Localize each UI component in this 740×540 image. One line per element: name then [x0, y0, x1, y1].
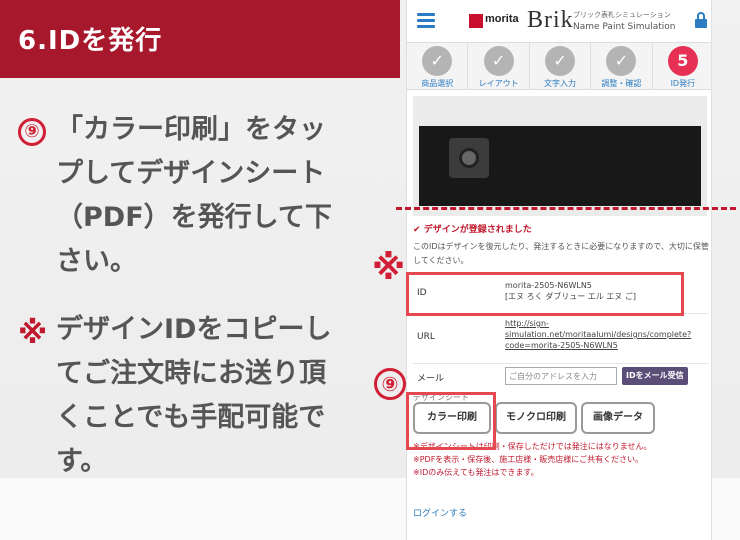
url-line[interactable]: http://sign- [505, 318, 691, 329]
note-line: ※PDFを表示・保存後、施工店様・販売店様にご共有ください。 [413, 455, 644, 464]
url-line[interactable]: simulation.net/moritaalumi/designs/compl… [505, 329, 691, 340]
step-item-active[interactable]: 5 ID発行 [653, 43, 711, 89]
lock-icon[interactable] [695, 12, 707, 28]
menu-icon[interactable] [417, 13, 435, 29]
cut-line-divider [396, 207, 736, 210]
mono-print-button[interactable]: モノクロ印刷 [495, 402, 577, 434]
step-item[interactable]: ✓ 商品選択 [407, 43, 469, 89]
app-header: morita Brik ブリック表札シミュレーション Name Paint Si… [407, 0, 711, 42]
note-line: てご注文時にお送り頂 [56, 358, 326, 389]
note-line: くことでも手配可能で [56, 402, 326, 433]
id-highlight-box [406, 272, 684, 316]
color-print-highlight-box [406, 392, 496, 450]
image-data-button[interactable]: 画像データ [581, 402, 655, 434]
step-label: レイアウト [478, 79, 519, 88]
slide-title-bar: 6.IDを発行 [0, 0, 400, 78]
brand-name: Brik [527, 7, 574, 33]
note-text: デザインIDをコピーし てご注文時にお送り頂 くことでも手配可能で す。 [56, 308, 376, 484]
note-marker: ※ [18, 316, 48, 351]
step-check-icon: ✓ [483, 46, 514, 76]
instruction-text: 「カラー印刷」をタッ プしてデザインシート （PDF）を発行して下 さい。 [56, 108, 376, 284]
alert-title-text: デザインが登録されました [423, 225, 532, 235]
mail-label: メール [417, 374, 445, 384]
instruction-line: さい。 [56, 246, 137, 277]
color-print-callout-nine: ⑨ [374, 368, 406, 400]
step-item[interactable]: ✓ 調整・確認 [591, 43, 653, 89]
mail-row: メール ご自分のアドレスを入力 IDをメール受信 [413, 364, 709, 390]
logo-text: morita [485, 13, 519, 25]
step-item[interactable]: ✓ 文字入力 [530, 43, 592, 89]
step-check-icon: ✓ [606, 46, 637, 76]
step-number-icon: 5 [667, 46, 698, 76]
step-check-icon: ✓ [545, 46, 576, 76]
note-line: デザインIDをコピーし [56, 314, 332, 345]
step-nine-marker: ⑨ [18, 118, 46, 146]
alert-body: このIDはデザインを復元したり、発注するときに必要になりますので、大切に保管して… [413, 242, 709, 265]
note-line: ※IDのみ伝えても発注はできます。 [413, 468, 539, 477]
brand-subtitle-jp: ブリック表札シミュレーション [573, 11, 671, 19]
step-check-icon: ✓ [422, 46, 453, 76]
step-item[interactable]: ✓ レイアウト [468, 43, 530, 89]
send-id-email-button[interactable]: IDをメール受信 [622, 367, 688, 385]
step-label: 文字入力 [544, 79, 577, 88]
id-callout-asterisk: ※ [372, 248, 406, 288]
step-progress: ✓ 商品選択 ✓ レイアウト ✓ 文字入力 ✓ 調整・確認 5 ID発行 [407, 42, 711, 90]
step-label: 商品選択 [421, 79, 454, 88]
url-row: URL http://sign- simulation.net/moritaal… [413, 314, 709, 364]
design-preview [413, 96, 707, 216]
brand-subtitle-en: Name Paint Simulation [573, 22, 676, 32]
intercom-camera-image [449, 138, 489, 178]
check-circle-icon: ✔ [413, 225, 421, 235]
email-input[interactable]: ご自分のアドレスを入力 [505, 367, 617, 385]
instruction-line: （PDF）を発行して下 [56, 202, 332, 233]
slide-title: 6.IDを発行 [18, 26, 163, 56]
morita-logo-icon [469, 14, 483, 28]
design-url-link[interactable]: http://sign- simulation.net/moritaalumi/… [505, 318, 691, 351]
instruction-line: 「カラー印刷」をタッ [56, 114, 326, 145]
instruction-line: プしてデザインシート [56, 158, 326, 189]
id-result-panel: ✔ デザインが登録されました このIDはデザインを復元したり、発注するときに必要… [407, 216, 711, 540]
note-line: す。 [56, 446, 108, 477]
step-label: 調整・確認 [601, 79, 642, 88]
alert-title: ✔ デザインが登録されました [413, 222, 532, 235]
url-line[interactable]: code=morita-2505-N6WLN5 [505, 340, 691, 351]
nameplate-image [419, 126, 701, 206]
step-label: ID発行 [670, 79, 696, 88]
phone-screenshot: morita Brik ブリック表札シミュレーション Name Paint Si… [406, 0, 712, 540]
login-link[interactable]: ログインする [413, 506, 467, 519]
url-label: URL [417, 332, 435, 342]
